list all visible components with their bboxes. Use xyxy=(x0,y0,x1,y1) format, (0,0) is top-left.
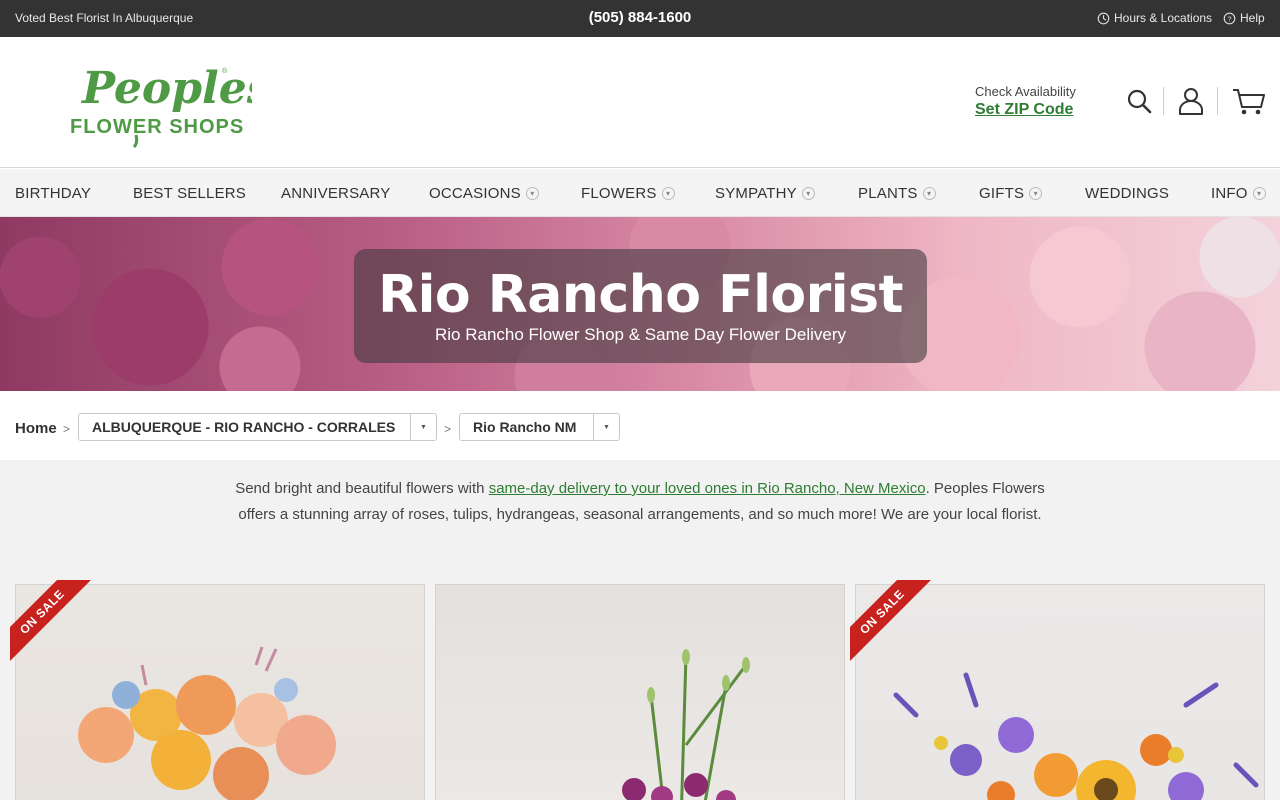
city-select-value: Rio Rancho NM xyxy=(473,419,577,435)
chevron-down-icon: ▾ xyxy=(1252,187,1266,200)
hero-banner: Rio Rancho Florist Rio Rancho Flower Sho… xyxy=(0,217,1280,391)
chevron-down-icon: ▾ xyxy=(922,187,936,200)
help-label: Help xyxy=(1240,11,1265,25)
nav-flowers[interactable]: FLOWERS ▾ xyxy=(581,185,675,202)
divider xyxy=(1163,87,1164,115)
cart-icon[interactable] xyxy=(1232,85,1266,117)
nav-label: FLOWERS xyxy=(581,185,657,202)
chevron-down-icon: ▾ xyxy=(801,187,815,200)
page-subtitle: Rio Rancho Flower Shop & Same Day Flower… xyxy=(435,325,846,344)
nav-weddings[interactable]: WEDDINGS xyxy=(1085,185,1169,202)
nav-occasions[interactable]: OCCASIONS ▾ xyxy=(429,185,539,202)
breadcrumb-separator: > xyxy=(63,422,71,436)
nav-sympathy[interactable]: SYMPATHY ▾ xyxy=(715,185,815,202)
divider xyxy=(1217,87,1218,115)
nav-anniversary[interactable]: ANNIVERSARY xyxy=(281,185,390,202)
svg-text:FLOWER SHOPS: FLOWER SHOPS xyxy=(70,116,244,138)
breadcrumb-separator: > xyxy=(444,422,452,436)
nav-birthday[interactable]: BIRTHDAY xyxy=(15,185,91,202)
region-select[interactable]: ALBUQUERQUE - RIO RANCHO - CORRALES ▼ xyxy=(78,413,437,441)
sale-badge-label: ON SALE xyxy=(850,580,932,662)
help-icon: ? xyxy=(1223,12,1236,24)
main-nav: BIRTHDAY BEST SELLERS ANNIVERSARY OCCASI… xyxy=(0,169,1280,217)
nav-label: PLANTS xyxy=(858,185,918,202)
breadcrumb-home-link[interactable]: Home xyxy=(15,420,57,437)
nav-plants[interactable]: PLANTS ▾ xyxy=(858,185,936,202)
svg-text:®: ® xyxy=(222,67,228,75)
account-icon[interactable] xyxy=(1176,85,1206,117)
same-day-delivery-link[interactable]: same-day delivery to your loved ones in … xyxy=(489,480,926,497)
hours-locations-label: Hours & Locations xyxy=(1114,11,1213,25)
svg-text:?: ? xyxy=(1227,14,1231,23)
nav-info[interactable]: INFO ▾ xyxy=(1211,185,1266,202)
site-header: Peoples ® FLOWER SHOPS Check Availabilit… xyxy=(0,37,1280,168)
tagline: Voted Best Florist In Albuquerque xyxy=(15,11,194,25)
nav-label: SYMPATHY xyxy=(715,185,797,202)
nav-label: OCCASIONS xyxy=(429,185,521,202)
check-availability-label: Check Availability xyxy=(975,84,1076,99)
page-title: Rio Rancho Florist xyxy=(378,265,903,325)
chevron-down-icon: ▾ xyxy=(1029,187,1043,200)
sale-badge-label: ON SALE xyxy=(10,580,92,662)
nav-label: ANNIVERSARY xyxy=(281,185,391,202)
nav-label: BIRTHDAY xyxy=(15,185,92,202)
phone-link[interactable]: (505) 884-1600 xyxy=(589,9,692,26)
nav-best-sellers[interactable]: BEST SELLERS xyxy=(133,185,246,202)
city-select[interactable]: Rio Rancho NM ▼ xyxy=(459,413,620,441)
nav-gifts[interactable]: GIFTS ▾ xyxy=(979,185,1043,202)
zip-availability[interactable]: Check Availability Set ZIP Code xyxy=(975,84,1076,119)
chevron-down-icon: ▼ xyxy=(410,414,436,440)
search-icon[interactable] xyxy=(1125,85,1155,117)
sale-badge: ON SALE xyxy=(10,580,92,662)
set-zip-link[interactable]: Set ZIP Code xyxy=(975,101,1076,119)
nav-label: WEDDINGS xyxy=(1085,185,1170,202)
site-logo[interactable]: Peoples ® FLOWER SHOPS xyxy=(70,55,272,150)
nav-label: BEST SELLERS xyxy=(133,185,247,202)
utility-bar: Voted Best Florist In Albuquerque (505) … xyxy=(0,0,1280,37)
chevron-down-icon: ▼ xyxy=(593,414,619,440)
chevron-down-icon: ▾ xyxy=(661,187,675,200)
help-link[interactable]: ? Help xyxy=(1223,11,1265,25)
sale-badge: ON SALE xyxy=(850,580,932,662)
intro-paragraph: Send bright and beautiful flowers with s… xyxy=(232,476,1048,527)
region-select-value: ALBUQUERQUE - RIO RANCHO - CORRALES xyxy=(92,419,396,435)
product-image xyxy=(622,649,750,800)
chevron-down-icon: ▾ xyxy=(525,187,539,200)
breadcrumb: Home > ALBUQUERQUE - RIO RANCHO - CORRAL… xyxy=(0,391,1280,460)
logo-graphic: Peoples ® FLOWER SHOPS xyxy=(70,63,272,149)
intro-text: Send bright and beautiful flowers with xyxy=(235,480,489,497)
nav-label: GIFTS xyxy=(979,185,1025,202)
hours-locations-link[interactable]: Hours & Locations xyxy=(1097,11,1212,25)
product-card[interactable] xyxy=(435,584,845,800)
clock-icon xyxy=(1097,12,1110,24)
nav-label: INFO xyxy=(1211,185,1248,202)
hero-text-box: Rio Rancho Florist Rio Rancho Flower Sho… xyxy=(354,249,927,363)
